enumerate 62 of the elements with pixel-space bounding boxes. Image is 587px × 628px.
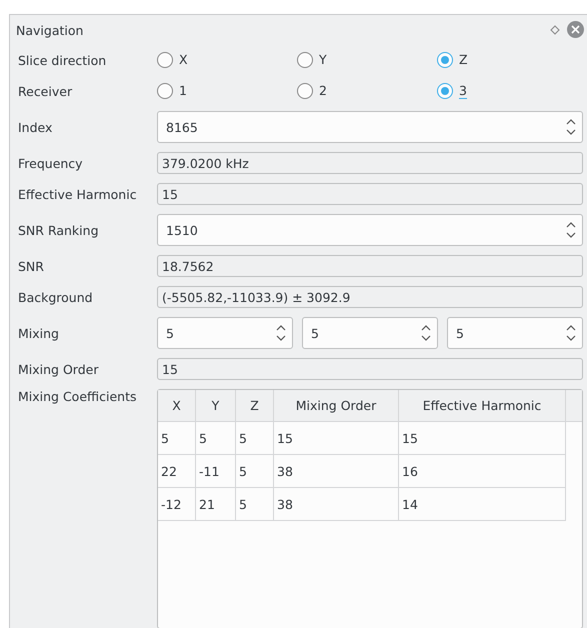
table-cell: 5 [236,455,274,488]
table-cell: 15 [274,422,399,455]
column-header[interactable]: X [158,390,196,422]
radio-label[interactable]: Y [319,52,327,68]
column-header[interactable]: Y [196,390,236,422]
column-header[interactable]: Effective Harmonic [399,390,566,422]
close-icon[interactable] [567,21,584,38]
radio-button[interactable] [157,52,173,68]
readonly-field: 379.0200 kHz [157,152,583,174]
table-cell: 5 [196,422,236,455]
field-label: Background [18,290,94,304]
spin-arrows-icon[interactable] [276,324,286,342]
spin-box[interactable]: 1510 [157,214,583,246]
column-header[interactable]: Z [236,390,274,422]
radio-button[interactable] [437,52,453,68]
radio-label[interactable]: Z [459,52,468,68]
spin-box[interactable]: 8165 [157,111,583,143]
radio-label[interactable]: 2 [319,83,327,99]
field-label: Receiver [18,84,74,98]
readonly-field: 15 [157,358,583,380]
table-cell: 5 [236,488,274,521]
spin-box[interactable]: 5 [447,317,583,349]
table-cell: 16 [399,455,566,488]
table-cell: 5 [158,422,196,455]
table-cell: 14 [399,488,566,521]
radio-label[interactable]: 1 [179,83,187,99]
field-label: Mixing [18,326,60,340]
field-label: Mixing Coefficients [18,389,138,404]
field-label: Effective Harmonic [18,186,138,202]
column-header[interactable]: Mixing Order [274,390,399,422]
radio-label[interactable]: X [179,52,188,68]
spin-arrows-icon[interactable] [421,324,431,342]
radio-button[interactable] [297,52,313,68]
float-icon[interactable] [550,25,560,35]
radio-button[interactable] [157,83,173,99]
panel-title: Navigation [16,22,84,38]
table-cell: -12 [158,488,196,521]
spin-arrows-icon[interactable] [566,324,576,342]
spin-arrows-icon[interactable] [566,118,576,136]
field-label: Frequency [18,156,84,170]
table-cell: 15 [399,422,566,455]
table-cell: 38 [274,488,399,521]
field-label: Index [18,120,54,134]
radio-button[interactable] [297,83,313,99]
readonly-field: 15 [157,183,583,205]
field-label: Mixing Order [18,362,100,376]
field-label: SNR Ranking [18,222,100,238]
radio-label[interactable]: 3 [459,83,467,99]
table-cell: 38 [274,455,399,488]
column-header [566,390,582,422]
readonly-field: 18.7562 [157,255,583,277]
radio-button[interactable] [437,83,453,99]
field-label: SNR [18,258,45,274]
table-cell: 5 [236,422,274,455]
table-cell: -11 [196,455,236,488]
table-cell: 21 [196,488,236,521]
spin-box[interactable]: 5 [302,317,438,349]
table-cell: 22 [158,455,196,488]
field-label: Slice direction [18,52,108,68]
spin-arrows-icon[interactable] [566,221,576,239]
readonly-field: (-5505.82,-11033.9) ± 3092.9 [157,286,583,308]
spin-box[interactable]: 5 [157,317,293,349]
